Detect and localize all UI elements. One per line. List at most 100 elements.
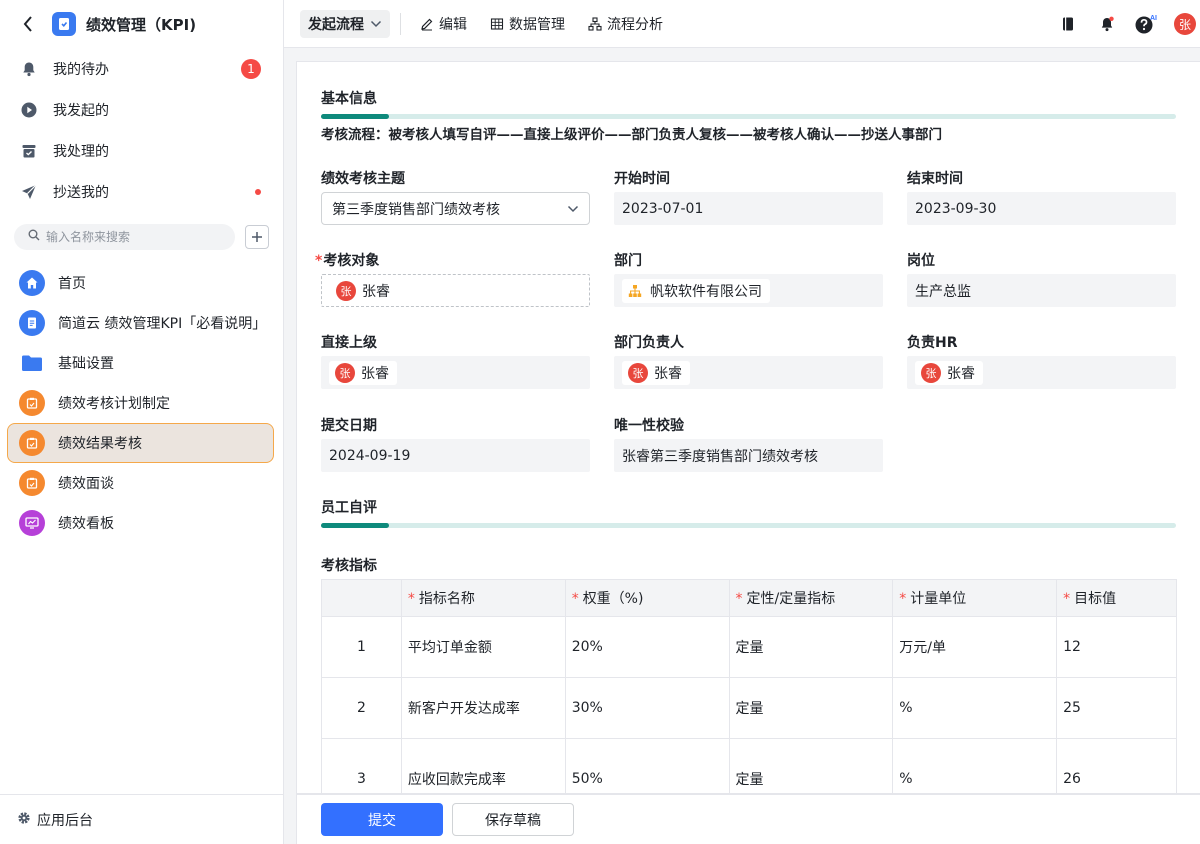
- menu-item-home[interactable]: 首页: [0, 263, 275, 303]
- theme-select[interactable]: 第三季度销售部门绩效考核: [321, 192, 590, 225]
- cell-target[interactable]: 12: [1056, 616, 1177, 678]
- flow-description: 考核流程：被考核人填写自评——直接上级评价——部门负责人复核——被考核人确认——…: [321, 127, 942, 143]
- menu-label: 简道云 绩效管理KPI「必看说明」: [58, 316, 267, 332]
- add-button[interactable]: [245, 225, 269, 249]
- table-header: * 指标名称: [400, 579, 566, 617]
- member-tag: 张张睿: [329, 360, 397, 385]
- cell-type[interactable]: 定量: [728, 738, 894, 793]
- menu-label: 绩效看板: [58, 516, 114, 532]
- hr-field: 张张睿: [907, 356, 1176, 389]
- table-row[interactable]: 2 新客户开发达成率 30% 定量 % 25: [321, 677, 1177, 739]
- kpi-label: 考核指标: [321, 558, 377, 574]
- manager-field: 张张睿: [321, 356, 590, 389]
- avatar: 张: [335, 362, 355, 383]
- cell-name[interactable]: 新客户开发达成率: [400, 677, 566, 739]
- launch-flow-button[interactable]: 发起流程: [300, 9, 390, 38]
- flow-analysis-label: 流程分析: [607, 16, 663, 33]
- submit-date-label: 提交日期: [321, 418, 377, 434]
- member-name: 张睿: [947, 365, 975, 382]
- nav-cc-me[interactable]: 抄送我的: [0, 171, 283, 212]
- cell-unit[interactable]: 万元/单: [892, 616, 1058, 678]
- search-icon: [28, 229, 40, 245]
- unique-check-value: 张睿第三季度销售部门绩效考核: [622, 448, 818, 465]
- row-number: 1: [321, 616, 402, 678]
- menu-item-plan[interactable]: 绩效考核计划制定: [0, 383, 275, 423]
- member-tag: 张张睿: [622, 360, 690, 385]
- chevron-down-icon: [567, 205, 579, 212]
- cell-unit[interactable]: %: [892, 738, 1058, 793]
- unique-check-label: 唯一性校验: [614, 418, 684, 434]
- dept-head-field: 张张睿: [614, 356, 883, 389]
- theme-value: 第三季度销售部门绩效考核: [332, 201, 500, 218]
- start-time-field: 2023-07-01: [614, 192, 883, 225]
- table-row[interactable]: 3 应收回款完成率 50% 定量 % 26: [321, 738, 1177, 793]
- post-label: 岗位: [907, 253, 935, 269]
- table-header: * 目标值: [1056, 579, 1177, 617]
- cell-target[interactable]: 25: [1056, 677, 1177, 739]
- post-value: 生产总监: [915, 283, 971, 300]
- help-ai-icon[interactable]: AI: [1135, 13, 1157, 35]
- play-circle-icon: [20, 101, 38, 119]
- search-box[interactable]: [14, 224, 235, 250]
- send-icon: [20, 183, 38, 201]
- save-draft-button[interactable]: 保存草稿: [452, 803, 574, 836]
- menu-item-guide[interactable]: 简道云 绩效管理KPI「必看说明」: [0, 303, 275, 343]
- nav-label: 我发起的: [53, 102, 109, 119]
- cell-weight[interactable]: 30%: [564, 677, 730, 739]
- back-icon[interactable]: [18, 14, 38, 34]
- row-number: 3: [321, 738, 402, 793]
- dept-label: 部门: [614, 253, 642, 269]
- cell-weight[interactable]: 20%: [564, 616, 730, 678]
- notebook-icon[interactable]: [1057, 13, 1079, 35]
- post-field: 生产总监: [907, 274, 1176, 307]
- form-icon: [19, 390, 45, 416]
- end-time-label: 结束时间: [907, 171, 963, 187]
- target-field[interactable]: 张张睿: [321, 274, 590, 307]
- cell-target[interactable]: 26: [1056, 738, 1177, 793]
- avatar: 张: [921, 362, 941, 383]
- nav-my-initiated[interactable]: 我发起的: [0, 89, 283, 130]
- bell-icon: [20, 60, 38, 78]
- cell-type[interactable]: 定量: [728, 677, 894, 739]
- cell-weight[interactable]: 50%: [564, 738, 730, 793]
- manager-label: 直接上级: [321, 335, 377, 351]
- cell-name[interactable]: 应收回款完成率: [400, 738, 566, 793]
- nav-my-handled[interactable]: 我处理的: [0, 130, 283, 171]
- gear-icon: [17, 811, 31, 829]
- menu-item-dashboard[interactable]: 绩效看板: [0, 503, 275, 543]
- flow-chart-icon: [588, 16, 602, 31]
- menu-item-interview[interactable]: 绩效面谈: [0, 463, 275, 503]
- submit-date-value: 2024-09-19: [329, 447, 411, 464]
- cell-unit[interactable]: %: [892, 677, 1058, 739]
- nav-my-todo[interactable]: 我的待办 1: [0, 48, 283, 89]
- cell-type[interactable]: 定量: [728, 616, 894, 678]
- notification-bell-icon[interactable]: [1096, 13, 1118, 35]
- dept-field: 帆软软件有限公司: [614, 274, 883, 307]
- target-label: *考核对象: [315, 253, 380, 269]
- menu-label: 绩效结果考核: [58, 436, 142, 452]
- search-input[interactable]: [46, 230, 206, 244]
- avatar: 张: [336, 280, 356, 301]
- data-manage-button[interactable]: 数据管理: [490, 14, 565, 34]
- table-row[interactable]: 1 平均订单金额 20% 定量 万元/单 12: [321, 616, 1177, 678]
- user-avatar[interactable]: 张: [1174, 13, 1196, 35]
- form-panel: 基本信息 考核流程：被考核人填写自评——直接上级评价——部门负责人复核——被考核…: [296, 61, 1200, 794]
- required-mark: *: [315, 253, 323, 269]
- flow-analysis-button[interactable]: 流程分析: [588, 14, 663, 34]
- form-icon: [19, 430, 45, 456]
- submit-button[interactable]: 提交: [321, 803, 443, 836]
- cell-name[interactable]: 平均订单金额: [400, 616, 566, 678]
- table-header: * 权重（%): [564, 579, 730, 617]
- sidebar: 绩效管理（KPI) 我的待办 1 我发起的 我处理的 抄送我的 输入名称来搜索 …: [0, 0, 284, 844]
- theme-label: 绩效考核主题: [321, 171, 405, 187]
- app-title: 绩效管理（KPI): [86, 15, 197, 34]
- menu-item-settings[interactable]: 基础设置: [0, 343, 275, 383]
- edit-button[interactable]: 编辑: [420, 14, 467, 34]
- app-admin-link[interactable]: 应用后台: [0, 794, 283, 844]
- kpi-table: * 指标名称 * 权重（%) * 定性/定量指标 * 计量单位 * 目标值 1 平均订单金…: [321, 579, 1177, 793]
- app-logo-icon: [52, 12, 76, 36]
- menu-item-result[interactable]: 绩效结果考核: [7, 423, 274, 463]
- member-name: 张睿: [361, 365, 389, 382]
- row-number: 2: [321, 677, 402, 739]
- folder-icon: [19, 350, 45, 376]
